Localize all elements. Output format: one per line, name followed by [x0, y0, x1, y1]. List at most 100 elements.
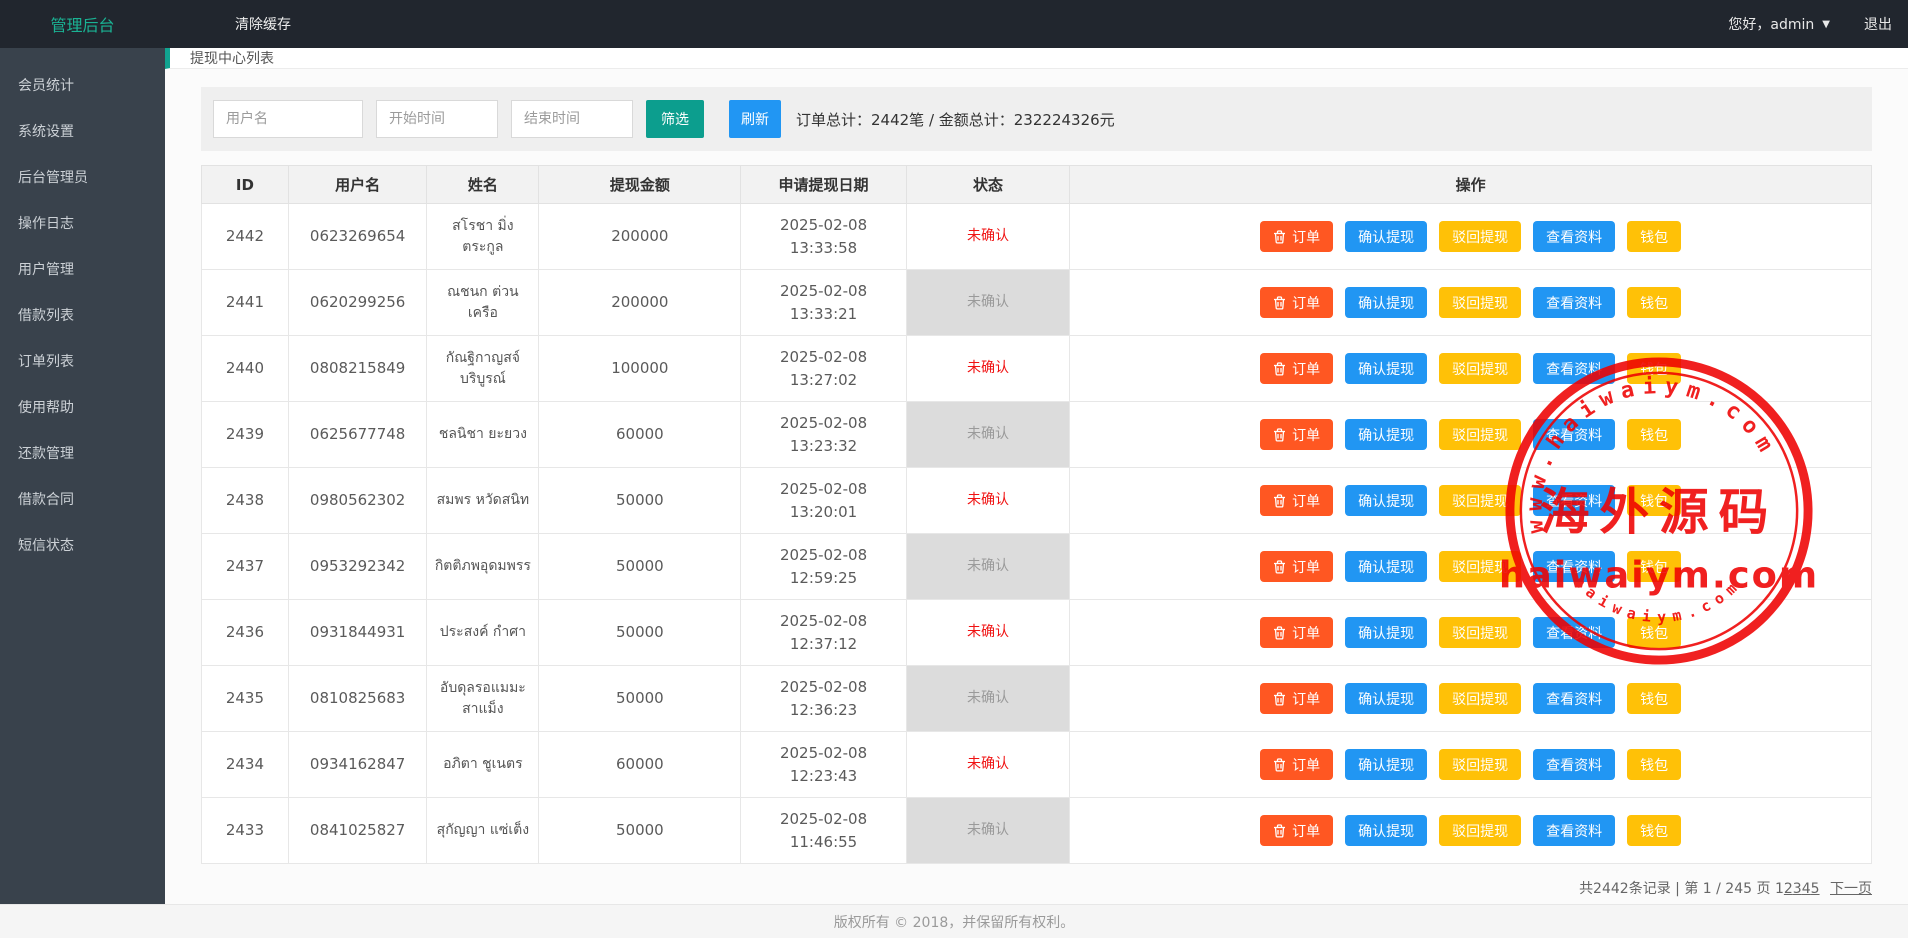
start-time-input[interactable] [376, 100, 498, 138]
sidebar-item-10[interactable]: 借款合同 [0, 476, 165, 522]
reject-withdraw-button[interactable]: 驳回提现 [1439, 815, 1521, 846]
sidebar-item-5[interactable]: 用户管理 [0, 246, 165, 292]
username-input[interactable] [213, 100, 363, 138]
wallet-button[interactable]: 钱包 [1627, 551, 1681, 582]
confirm-withdraw-button[interactable]: 确认提现 [1345, 683, 1427, 714]
status-badge: 未确认 [906, 468, 1070, 534]
reject-withdraw-button[interactable]: 驳回提现 [1439, 683, 1521, 714]
cell-name: สุกัญญา แซ่เต็ง [427, 798, 539, 864]
order-button[interactable]: 订单 [1260, 551, 1333, 582]
reject-withdraw-button[interactable]: 驳回提现 [1439, 749, 1521, 780]
view-profile-button[interactable]: 查看资料 [1533, 815, 1615, 846]
view-profile-button[interactable]: 查看资料 [1533, 353, 1615, 384]
order-button-label: 订单 [1292, 557, 1320, 577]
filter-button[interactable]: 筛选 [646, 100, 704, 138]
confirm-withdraw-button[interactable]: 确认提现 [1345, 749, 1427, 780]
confirm-withdraw-button[interactable]: 确认提现 [1345, 815, 1427, 846]
cell-amount: 50000 [539, 600, 741, 666]
topbar: 管理后台 清除缓存 您好，admin ▼ 退出 [0, 0, 1908, 48]
sidebar-item-11[interactable]: 短信状态 [0, 522, 165, 568]
table-row: 2440 0808215849 กัณฐิกาญสจ์ บริบูรณ์ 100… [202, 336, 1872, 402]
wallet-button[interactable]: 钱包 [1627, 617, 1681, 648]
cell-date: 2025-02-08 13:27:02 [741, 336, 906, 402]
view-profile-button[interactable]: 查看资料 [1533, 617, 1615, 648]
sidebar-item-8[interactable]: 使用帮助 [0, 384, 165, 430]
reject-withdraw-button[interactable]: 驳回提现 [1439, 353, 1521, 384]
cell-name: กิตติภพอุดมพรร [427, 534, 539, 600]
view-profile-button[interactable]: 查看资料 [1533, 749, 1615, 780]
reject-withdraw-button[interactable]: 驳回提现 [1439, 221, 1521, 252]
page-link-1[interactable]: 1 [1775, 881, 1784, 897]
sidebar-item-7[interactable]: 订单列表 [0, 338, 165, 384]
logout-button[interactable]: 退出 [1864, 14, 1892, 34]
view-profile-button[interactable]: 查看资料 [1533, 419, 1615, 450]
reject-withdraw-button[interactable]: 驳回提现 [1439, 551, 1521, 582]
col-header-actions: 操作 [1070, 166, 1872, 204]
view-profile-button[interactable]: 查看资料 [1533, 683, 1615, 714]
confirm-withdraw-button[interactable]: 确认提现 [1345, 419, 1427, 450]
cell-amount: 50000 [539, 798, 741, 864]
view-profile-button[interactable]: 查看资料 [1533, 551, 1615, 582]
cell-id: 2436 [202, 600, 289, 666]
cell-date: 2025-02-08 12:37:12 [741, 600, 906, 666]
order-button[interactable]: 订单 [1260, 287, 1333, 318]
order-button[interactable]: 订单 [1260, 353, 1333, 384]
reject-withdraw-button[interactable]: 驳回提现 [1439, 485, 1521, 516]
order-button[interactable]: 订单 [1260, 749, 1333, 780]
sidebar-item-2[interactable]: 系统设置 [0, 108, 165, 154]
sidebar-item-4[interactable]: 操作日志 [0, 200, 165, 246]
order-button[interactable]: 订单 [1260, 419, 1333, 450]
trash-icon [1273, 428, 1286, 442]
order-button[interactable]: 订单 [1260, 683, 1333, 714]
page-link-3[interactable]: 3 [1793, 881, 1802, 897]
sidebar-item-6[interactable]: 借款列表 [0, 292, 165, 338]
main-area: 提现中心列表 筛选 刷新 订单总计：2442笔 / 金额总计：232224326… [165, 48, 1908, 904]
view-profile-button[interactable]: 查看资料 [1533, 485, 1615, 516]
refresh-button[interactable]: 刷新 [729, 100, 781, 138]
page-link-2[interactable]: 2 [1784, 881, 1793, 897]
reject-withdraw-button[interactable]: 驳回提现 [1439, 287, 1521, 318]
cell-id: 2440 [202, 336, 289, 402]
wallet-button[interactable]: 钱包 [1627, 815, 1681, 846]
cell-amount: 50000 [539, 534, 741, 600]
confirm-withdraw-button[interactable]: 确认提现 [1345, 353, 1427, 384]
reject-withdraw-button[interactable]: 驳回提现 [1439, 617, 1521, 648]
order-button[interactable]: 订单 [1260, 617, 1333, 648]
wallet-button[interactable]: 钱包 [1627, 683, 1681, 714]
next-page-link[interactable]: 下一页 [1830, 881, 1872, 897]
wallet-button[interactable]: 钱包 [1627, 221, 1681, 252]
view-profile-button[interactable]: 查看资料 [1533, 221, 1615, 252]
wallet-button[interactable]: 钱包 [1627, 353, 1681, 384]
page-link-5[interactable]: 5 [1811, 881, 1820, 897]
cell-name: ประสงค์ กำศา [427, 600, 539, 666]
cell-id: 2438 [202, 468, 289, 534]
wallet-button[interactable]: 钱包 [1627, 287, 1681, 318]
page-link-4[interactable]: 4 [1802, 881, 1811, 897]
cell-id: 2437 [202, 534, 289, 600]
order-button[interactable]: 订单 [1260, 485, 1333, 516]
order-button[interactable]: 订单 [1260, 221, 1333, 252]
wallet-button[interactable]: 钱包 [1627, 485, 1681, 516]
order-button[interactable]: 订单 [1260, 815, 1333, 846]
sidebar-item-3[interactable]: 后台管理员 [0, 154, 165, 200]
confirm-withdraw-button[interactable]: 确认提现 [1345, 617, 1427, 648]
user-menu[interactable]: 您好，admin ▼ [1728, 14, 1830, 34]
confirm-withdraw-button[interactable]: 确认提现 [1345, 221, 1427, 252]
sidebar-item-1[interactable]: 会员统计 [0, 62, 165, 108]
clear-cache-button[interactable]: 清除缓存 [235, 14, 291, 34]
cell-username: 0808215849 [288, 336, 427, 402]
app-title[interactable]: 管理后台 [0, 12, 165, 36]
view-profile-button[interactable]: 查看资料 [1533, 287, 1615, 318]
cell-name: กัณฐิกาญสจ์ บริบูรณ์ [427, 336, 539, 402]
confirm-withdraw-button[interactable]: 确认提现 [1345, 485, 1427, 516]
wallet-button[interactable]: 钱包 [1627, 749, 1681, 780]
cell-username: 0810825683 [288, 666, 427, 732]
reject-withdraw-button[interactable]: 驳回提现 [1439, 419, 1521, 450]
cell-amount: 100000 [539, 336, 741, 402]
confirm-withdraw-button[interactable]: 确认提现 [1345, 287, 1427, 318]
confirm-withdraw-button[interactable]: 确认提现 [1345, 551, 1427, 582]
end-time-input[interactable] [511, 100, 633, 138]
sidebar-item-9[interactable]: 还款管理 [0, 430, 165, 476]
cell-id: 2439 [202, 402, 289, 468]
wallet-button[interactable]: 钱包 [1627, 419, 1681, 450]
